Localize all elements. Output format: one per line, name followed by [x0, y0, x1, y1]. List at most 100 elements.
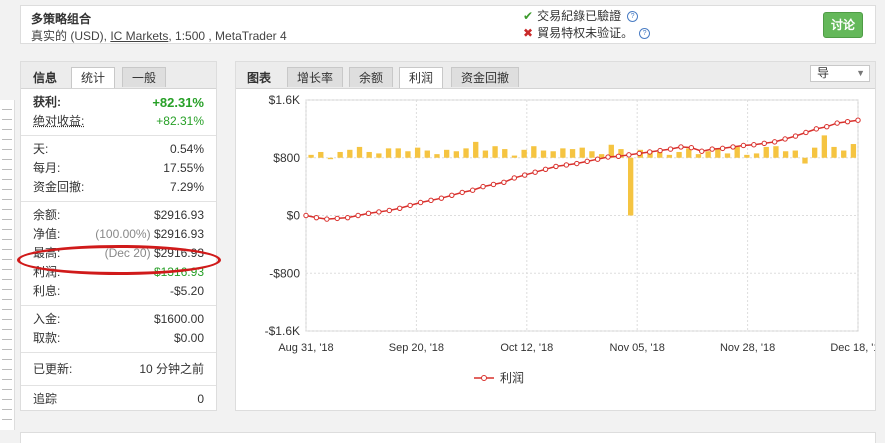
account-header: 多策略组合 真实的 (USD), IC Markets, 1:500 , Met… — [20, 5, 876, 44]
profit-point — [501, 179, 507, 185]
stat-gain: 获利: +82.31% — [33, 95, 204, 110]
profit-point — [730, 144, 736, 150]
profit-point — [605, 154, 611, 160]
daily-profit-bar — [405, 151, 411, 158]
profit-point — [480, 183, 486, 190]
help-icon[interactable]: ? — [627, 11, 639, 23]
cross-icon: ✖ — [523, 26, 534, 40]
stat-daily: 天: 0.54% — [33, 142, 204, 156]
profit-point — [626, 152, 632, 158]
daily-profit-bar — [347, 149, 353, 158]
daily-profit-bar — [511, 155, 518, 158]
broker-link[interactable]: IC Markets — [110, 29, 168, 43]
profit-point — [719, 145, 726, 152]
daily-profit-bar — [598, 154, 605, 158]
divider — [21, 305, 216, 306]
daily-profit-bar — [744, 154, 750, 158]
daily-profit-bar — [366, 151, 372, 158]
profit-point — [657, 147, 663, 154]
profit-point — [834, 120, 840, 126]
help-icon[interactable]: ? — [639, 28, 651, 40]
daily-profit-bar — [356, 146, 363, 158]
daily-profit-bar — [802, 157, 808, 164]
profit-point — [771, 139, 778, 145]
daily-profit-bar — [463, 148, 469, 158]
track-record-verified-label: 交易紀錄已驗證 — [537, 9, 622, 23]
stat-withdrawals: 取款: $0.00 — [33, 331, 204, 345]
account-subtitle: 真实的 (USD), IC Markets, 1:500 , MetaTrade… — [31, 29, 287, 43]
daily-profit-bar — [395, 148, 401, 158]
x-tick-label: Nov 05, '18 — [610, 342, 665, 354]
chart-tabbar: 图表 增长率 余额 利润 资金回撤 导 ▼ — [236, 62, 875, 89]
daily-profit-bar — [831, 146, 837, 158]
stat-interest: 利息: -$5.20 — [33, 284, 204, 298]
profit-point — [803, 129, 809, 136]
chart-panel: 图表 增长率 余额 利润 资金回撤 导 ▼ $1.6K $800 $0 -$800 -$… — [235, 61, 876, 411]
stat-deposits: 入金: $1600.00 — [33, 312, 204, 326]
daily-profit-bar — [473, 141, 479, 158]
tab-statistics[interactable]: 统计 — [71, 67, 116, 88]
profit-point — [699, 148, 705, 154]
profit-point — [344, 214, 351, 221]
stat-tracking: 追踪 0 — [33, 392, 204, 406]
profit-point — [355, 212, 361, 219]
tab-growth[interactable]: 增长率 — [287, 67, 344, 87]
stat-balance: 余额: $2916.93 — [33, 208, 204, 222]
profit-point — [824, 124, 830, 130]
divider — [21, 352, 216, 353]
profit-point — [511, 175, 518, 181]
daily-profit-bar — [444, 149, 450, 158]
profit-point — [615, 153, 622, 160]
profit-point — [584, 158, 590, 165]
daily-profit-bar — [540, 150, 547, 158]
stats-list: 获利: +82.31% 绝对收益: +82.31% 天: 0.54% 每月: 1… — [21, 93, 216, 409]
daily-profit-bar — [782, 151, 789, 158]
period-select[interactable]: 导 ▼ — [810, 65, 870, 82]
divider — [21, 385, 216, 386]
daily-profit-bar — [724, 153, 731, 158]
daily-profit-bar — [550, 151, 556, 158]
y-tick-label: -$1.6K — [265, 324, 300, 338]
y-tick-label: -$800 — [269, 266, 300, 280]
stats-panel: 信息 统计 一般 获利: +82.31% 绝对收益: +82.31% 天: 0.… — [17, 61, 221, 411]
daily-profit-bar — [821, 135, 828, 158]
profit-point — [553, 163, 559, 170]
profit-point — [542, 166, 549, 173]
daily-profit-bar — [385, 148, 392, 158]
profit-point — [646, 149, 653, 155]
profit-point — [761, 140, 767, 147]
profit-point — [407, 202, 413, 209]
divider — [21, 135, 216, 136]
stat-equity: 净值: (100.00%) $2916.93 — [33, 227, 204, 241]
tab-info[interactable]: 信息 — [33, 69, 57, 86]
profit-point — [376, 209, 382, 215]
profit-point — [459, 189, 465, 196]
daily-profit-bar — [753, 153, 760, 158]
daily-profit-bar — [492, 146, 498, 158]
tab-balance[interactable]: 余额 — [349, 67, 394, 87]
next-panel-edge — [20, 432, 876, 443]
stat-monthly: 每月: 17.55% — [33, 161, 204, 175]
tab-drawdown[interactable]: 资金回撤 — [451, 67, 520, 87]
discuss-button[interactable]: 讨论 — [823, 12, 863, 38]
profit-point — [751, 142, 757, 148]
tab-general[interactable]: 一般 — [122, 67, 167, 87]
profit-point — [782, 136, 788, 142]
profit-point — [594, 156, 601, 162]
profit-point — [709, 146, 715, 152]
profit-point — [813, 126, 820, 132]
tab-chart[interactable]: 图表 — [247, 69, 271, 86]
tab-profit[interactable]: 利润 — [399, 67, 444, 88]
profit-line — [305, 119, 859, 220]
profit-point — [574, 160, 580, 167]
daily-profit-bar — [773, 146, 779, 158]
daily-profit-bar — [453, 151, 460, 158]
daily-profit-bar — [424, 150, 430, 158]
stat-updated: 已更新: 10 分钟之前 — [33, 362, 204, 376]
daily-profit-bar — [318, 151, 324, 158]
profit-point — [844, 118, 851, 125]
daily-profit-bar — [308, 154, 314, 158]
daily-profit-bar — [705, 151, 711, 158]
stats-tabbar: 信息 统计 一般 — [21, 62, 216, 89]
x-tick-label: Dec 18, '18 — [830, 342, 875, 354]
